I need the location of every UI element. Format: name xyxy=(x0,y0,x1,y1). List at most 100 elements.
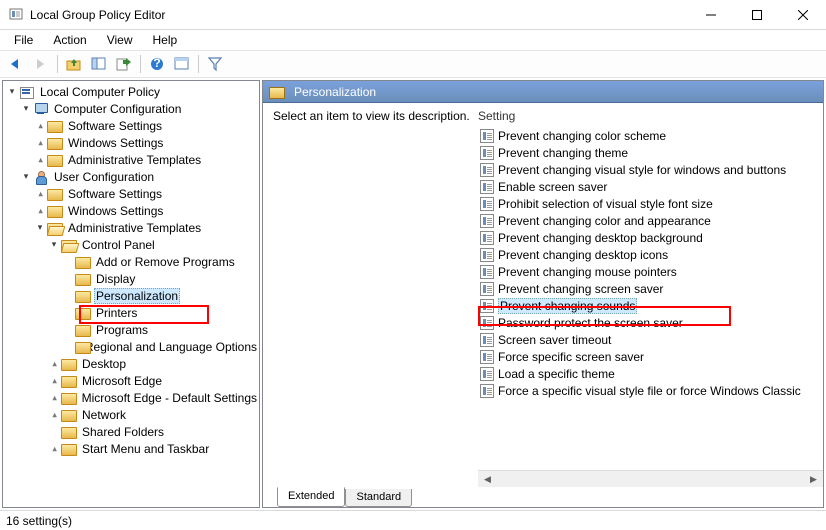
folder-icon xyxy=(75,323,91,337)
setting-label: Prevent changing screen saver xyxy=(498,282,663,296)
folder-icon xyxy=(47,204,63,218)
twisty-icon[interactable]: ▸ xyxy=(47,391,61,405)
twisty-icon[interactable]: ▾ xyxy=(33,221,47,235)
setting-row[interactable]: Force a specific visual style file or fo… xyxy=(478,382,823,399)
setting-row[interactable]: Password protect the screen saver xyxy=(478,314,823,331)
tree-user-configuration[interactable]: User Configuration xyxy=(52,170,156,184)
minimize-button[interactable] xyxy=(688,0,734,29)
twisty-icon[interactable]: ▸ xyxy=(47,374,61,388)
setting-row[interactable]: Screen saver timeout xyxy=(478,331,823,348)
menu-help[interactable]: Help xyxy=(145,31,186,49)
setting-row[interactable]: Prevent changing color scheme xyxy=(478,127,823,144)
menu-file[interactable]: File xyxy=(6,31,41,49)
tree-ms-edge[interactable]: Microsoft Edge xyxy=(80,374,164,388)
up-button[interactable] xyxy=(63,53,85,75)
horizontal-scrollbar[interactable]: ◀ ▶ xyxy=(478,470,823,487)
tree-admin-templates-u[interactable]: Administrative Templates xyxy=(66,221,203,235)
tree-shared-folders[interactable]: Shared Folders xyxy=(80,425,166,439)
tree-display[interactable]: Display xyxy=(94,272,137,286)
tree-admin-templates[interactable]: Administrative Templates xyxy=(66,153,203,167)
setting-icon xyxy=(480,384,494,398)
view-tabs: Extended Standard xyxy=(263,487,823,507)
tree-software-settings-u[interactable]: Software Settings xyxy=(66,187,164,201)
setting-icon xyxy=(480,299,494,313)
setting-label: Prevent changing desktop background xyxy=(498,231,703,245)
twisty-icon[interactable]: ▾ xyxy=(19,170,33,184)
setting-row[interactable]: Prevent changing theme xyxy=(478,144,823,161)
setting-label: Prohibit selection of visual style font … xyxy=(498,197,713,211)
tree-root[interactable]: Local Computer Policy xyxy=(38,85,162,99)
tree-control-panel[interactable]: Control Panel xyxy=(80,238,157,252)
setting-row[interactable]: Force specific screen saver xyxy=(478,348,823,365)
setting-label: Prevent changing color and appearance xyxy=(498,214,711,228)
tree-computer-configuration[interactable]: Computer Configuration xyxy=(52,102,183,116)
folder-icon xyxy=(61,408,77,422)
scroll-left-icon[interactable]: ◀ xyxy=(480,472,495,487)
twisty-icon[interactable]: ▸ xyxy=(33,136,47,150)
twisty-icon[interactable]: ▸ xyxy=(33,187,47,201)
setting-row[interactable]: Prevent changing mouse pointers xyxy=(478,263,823,280)
tree-regional[interactable]: Regional and Language Options xyxy=(83,340,259,354)
setting-label: Enable screen saver xyxy=(498,180,607,194)
setting-icon xyxy=(480,129,494,143)
properties-button[interactable] xyxy=(171,53,193,75)
tree-windows-settings[interactable]: Windows Settings xyxy=(66,136,165,150)
menu-view[interactable]: View xyxy=(99,31,141,49)
show-hide-tree-button[interactable] xyxy=(88,53,110,75)
forward-button[interactable] xyxy=(30,53,52,75)
setting-icon xyxy=(480,265,494,279)
setting-row[interactable]: Load a specific theme xyxy=(478,365,823,382)
setting-row[interactable]: Prevent changing desktop icons xyxy=(478,246,823,263)
scroll-right-icon[interactable]: ▶ xyxy=(806,472,821,487)
twisty-icon[interactable]: ▸ xyxy=(47,442,61,456)
setting-row[interactable]: Prevent changing screen saver xyxy=(478,280,823,297)
setting-label: Prevent changing mouse pointers xyxy=(498,265,677,279)
details-pane: Personalization Select an item to view i… xyxy=(262,80,824,508)
twisty-icon[interactable]: ▸ xyxy=(47,408,61,422)
tree-network[interactable]: Network xyxy=(80,408,128,422)
menu-action[interactable]: Action xyxy=(45,31,94,49)
column-header-setting[interactable]: Setting xyxy=(478,109,823,123)
folder-icon xyxy=(61,442,77,456)
twisty-icon[interactable]: ▸ xyxy=(47,357,61,371)
tree-software-settings[interactable]: Software Settings xyxy=(66,119,164,133)
tree-personalization[interactable]: Personalization xyxy=(94,288,180,304)
tree-desktop[interactable]: Desktop xyxy=(80,357,128,371)
folder-icon xyxy=(75,272,91,286)
setting-row[interactable]: Prevent changing color and appearance xyxy=(478,212,823,229)
close-button[interactable] xyxy=(780,0,826,29)
export-list-button[interactable] xyxy=(113,53,135,75)
twisty-icon[interactable]: ▸ xyxy=(33,153,47,167)
tree-start-menu[interactable]: Start Menu and Taskbar xyxy=(80,442,211,456)
tree-ms-edge-default[interactable]: Microsoft Edge - Default Settings xyxy=(80,391,259,405)
tree-programs[interactable]: Programs xyxy=(94,323,150,337)
filter-button[interactable] xyxy=(204,53,226,75)
twisty-icon[interactable]: ▾ xyxy=(19,102,33,116)
setting-row[interactable]: Prevent changing desktop background xyxy=(478,229,823,246)
setting-label: Password protect the screen saver xyxy=(498,316,683,330)
setting-label: Screen saver timeout xyxy=(498,333,611,347)
setting-row[interactable]: Prohibit selection of visual style font … xyxy=(478,195,823,212)
tree-pane[interactable]: ▾ Local Computer Policy ▾ Computer Configu… xyxy=(2,80,260,508)
app-icon xyxy=(8,7,24,23)
setting-row[interactable]: Prevent changing sounds xyxy=(478,297,823,314)
setting-label: Load a specific theme xyxy=(498,367,615,381)
help-button[interactable]: ? xyxy=(146,53,168,75)
folder-icon xyxy=(61,357,77,371)
back-button[interactable] xyxy=(5,53,27,75)
setting-row[interactable]: Enable screen saver xyxy=(478,178,823,195)
tree-windows-settings-u[interactable]: Windows Settings xyxy=(66,204,165,218)
twisty-icon[interactable]: ▸ xyxy=(33,119,47,133)
svg-text:?: ? xyxy=(153,57,160,70)
settings-list[interactable]: Setting Prevent changing color schemePre… xyxy=(478,109,823,470)
tab-extended[interactable]: Extended xyxy=(277,487,345,507)
maximize-button[interactable] xyxy=(734,0,780,29)
setting-row[interactable]: Prevent changing visual style for window… xyxy=(478,161,823,178)
tree-add-remove[interactable]: Add or Remove Programs xyxy=(94,255,237,269)
twisty-icon[interactable]: ▾ xyxy=(47,238,61,252)
twisty-icon[interactable]: ▾ xyxy=(5,85,19,99)
twisty-icon[interactable]: ▸ xyxy=(33,204,47,218)
tree-printers[interactable]: Printers xyxy=(94,306,139,320)
setting-icon xyxy=(480,350,494,364)
tab-standard[interactable]: Standard xyxy=(345,489,412,507)
